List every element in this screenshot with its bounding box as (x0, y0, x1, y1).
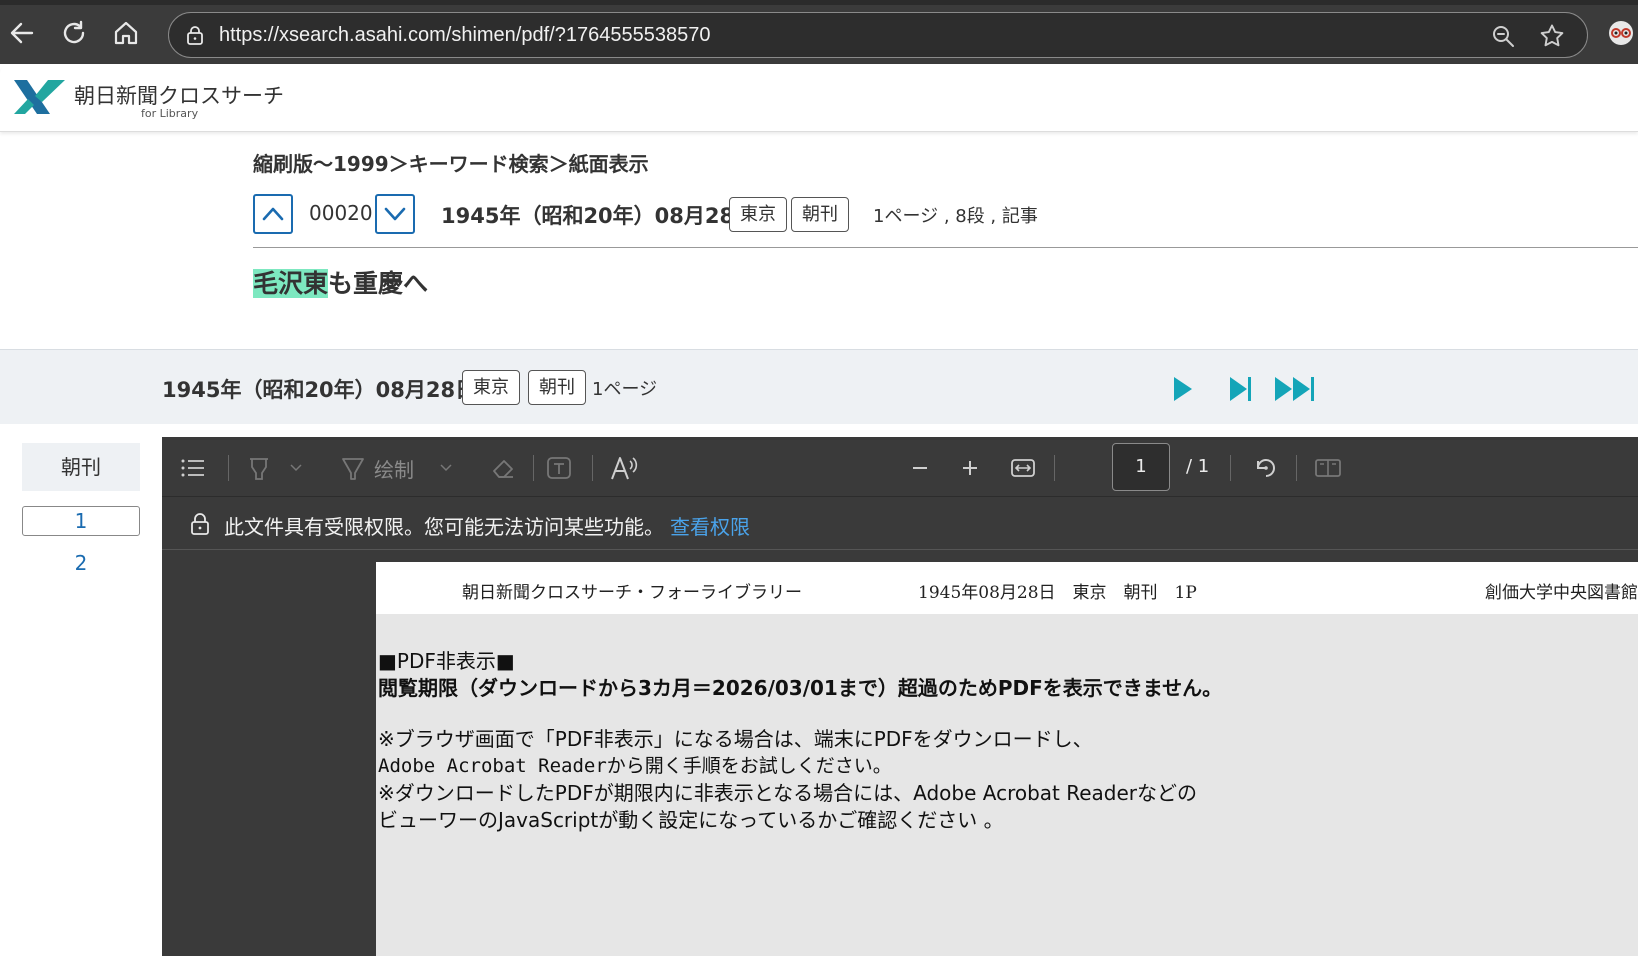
refresh-icon[interactable] (58, 17, 90, 49)
logo-text[interactable]: 朝日新聞クロスサーチ (74, 80, 284, 110)
page-view-icon[interactable] (1314, 455, 1342, 481)
logo-icon[interactable] (12, 76, 68, 118)
toolbar-separator (592, 455, 593, 481)
pdf-message-line: 閲覧期限（ダウンロードから3カ月＝2026/03/01まで）超過のためPDFを表… (378, 676, 1223, 700)
pdf-header-title: 朝日新聞クロスサーチ・フォーライブラリー (462, 583, 802, 603)
star-icon[interactable] (1539, 23, 1565, 49)
toolbar-separator (1296, 455, 1297, 481)
address-bar[interactable]: https://xsearch.asahi.com/shimen/pdf/?17… (168, 12, 1588, 58)
permission-text: 此文件具有受限权限。您可能无法访问某些功能。 (224, 515, 664, 539)
fit-width-icon[interactable] (1010, 455, 1036, 481)
breadcrumb: 縮刷版〜1999＞キーワード検索＞紙面表示 (253, 152, 649, 176)
page-number-input[interactable]: 1 (1112, 443, 1170, 491)
sidebar-page-1[interactable]: 1 (22, 506, 140, 536)
zoom-in-icon[interactable] (960, 455, 980, 481)
toolbar-separator (228, 455, 229, 481)
pdf-message-line: ※ブラウザ画面で「PDF非表示」になる場合は、端末にPDFをダウンロードし、 (378, 727, 1093, 751)
zoom-out-icon[interactable] (910, 455, 930, 481)
draw-icon[interactable]: 绘制 (340, 455, 452, 482)
pdf-page: 朝日新聞クロスサーチ・フォーライブラリー 1945年08月28日 東京 朝刊 1… (376, 562, 1638, 956)
lock-icon (190, 513, 210, 535)
view-permissions-link[interactable]: 查看权限 (670, 515, 750, 539)
chevron-up-icon (262, 207, 284, 221)
highlighter-icon[interactable] (246, 455, 302, 481)
home-icon[interactable] (110, 17, 142, 49)
article-number: 00020 (309, 201, 373, 225)
page-total: / 1 (1186, 456, 1210, 477)
viewer-issue-date: 1945年（昭和20年）08月28日 (162, 378, 477, 402)
fast-forward-icon[interactable] (1274, 372, 1318, 406)
sidebar-edition-title: 朝刊 (22, 443, 140, 491)
browser-toolbar: https://xsearch.asahi.com/shimen/pdf/?17… (0, 0, 1638, 64)
next-article-button[interactable] (375, 194, 415, 234)
viewer-edition-tag: 東京 (462, 370, 520, 405)
morning-edition-tag: 朝刊 (791, 197, 849, 232)
chevron-down-icon (384, 207, 406, 221)
pdf-header-issue: 1945年08月28日 東京 朝刊 1P (918, 583, 1197, 603)
pdf-viewer: 绘制 1 / 1 此文件具有受限权限。您可能无法访问某些功能。 查看权限 朝日新… (162, 437, 1638, 956)
tab-strip (0, 0, 1638, 5)
site-header: 朝日新聞クロスサーチ for Library (0, 64, 1638, 132)
page-info: 1ページ , 8段 , 記事 (873, 206, 1038, 227)
permission-notice-bar: 此文件具有受限权限。您可能无法访问某些功能。 查看权限 (162, 498, 1638, 550)
back-icon[interactable] (6, 17, 38, 49)
pdf-message-line: ※ダウンロードしたPDFが期限内に非表示となる場合には、Adobe Acroba… (378, 781, 1198, 805)
read-aloud-icon[interactable] (610, 455, 638, 481)
play-icon[interactable] (1172, 372, 1194, 406)
article-nav-row: 00020 1945年（昭和20年）08月28日 東京 朝刊 1ページ , 8段… (253, 194, 1638, 234)
viewer-pages: 1ページ (592, 379, 658, 400)
pdf-page-header: 朝日新聞クロスサーチ・フォーライブラリー 1945年08月28日 東京 朝刊 1… (376, 562, 1638, 614)
permission-message: 此文件具有受限权限。您可能无法访问某些功能。 查看权限 (224, 511, 750, 540)
toolbar-separator (1230, 455, 1231, 481)
viewer-morning-tag: 朝刊 (528, 370, 586, 405)
text-box-icon[interactable] (546, 455, 572, 481)
pdf-document-area[interactable]: 朝日新聞クロスサーチ・フォーライブラリー 1945年08月28日 東京 朝刊 1… (162, 551, 1638, 956)
profile-icon[interactable] (1608, 20, 1634, 46)
headline-text: も重慶へ (328, 269, 429, 298)
lock-icon[interactable] (185, 25, 205, 45)
edition-tag: 東京 (729, 197, 787, 232)
viewer-info-bar: 1945年（昭和20年）08月28日 東京 朝刊 1ページ (0, 349, 1638, 424)
pdf-unavailable-message: ■PDF非表示■ 閲覧期限（ダウンロードから3カ月＝2026/03/01まで）超… (378, 648, 1222, 834)
pdf-message-line: ■PDF非表示■ (378, 649, 515, 673)
eraser-icon[interactable] (490, 455, 516, 481)
skip-next-icon[interactable] (1228, 372, 1254, 406)
issue-date: 1945年（昭和20年）08月28日 (441, 204, 756, 228)
article-headline: 毛沢東も重慶へ (253, 264, 428, 300)
zoom-icon[interactable] (1491, 24, 1515, 48)
pdf-message-line: Adobe Acrobat Readerから開く手順をお試しください。 (378, 755, 892, 777)
toolbar-separator (1054, 455, 1055, 481)
pdf-header-library: 創価大学中央図書館 (1485, 583, 1638, 603)
previous-article-button[interactable] (253, 194, 293, 234)
rotate-icon[interactable] (1252, 455, 1280, 481)
headline-keyword-highlight: 毛沢東 (253, 269, 329, 298)
draw-label: 绘制 (374, 457, 414, 482)
toolbar-separator (533, 455, 534, 481)
url-text[interactable]: https://xsearch.asahi.com/shimen/pdf/?17… (219, 24, 710, 47)
pdf-toolbar: 绘制 1 / 1 (162, 437, 1638, 497)
sidebar-page-2[interactable]: 2 (22, 549, 140, 579)
pdf-message-line: ビューワーのJavaScriptが動く設定になっているかご確認ください 。 (378, 808, 1004, 832)
divider (253, 247, 1638, 248)
list-icon[interactable] (180, 455, 206, 481)
logo-subtext: for Library (141, 107, 199, 120)
